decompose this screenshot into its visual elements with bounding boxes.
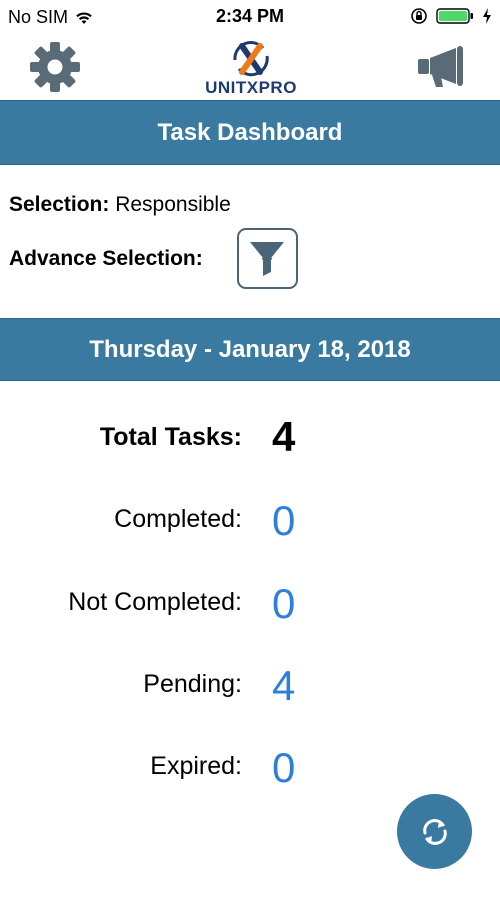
- stat-label: Completed:: [114, 505, 242, 533]
- orientation-lock-icon: [411, 8, 427, 24]
- stat-value[interactable]: 0: [272, 497, 295, 545]
- refresh-button[interactable]: [397, 794, 472, 869]
- stat-value[interactable]: 4: [272, 662, 295, 710]
- logo-text: UNITXPRO: [205, 78, 297, 97]
- stat-not-completed: Not Completed: 0: [0, 575, 500, 635]
- status-right: [402, 7, 492, 25]
- unitxpro-logo: UNITXPRO: [197, 36, 305, 97]
- selection-label: Selection:: [9, 193, 110, 216]
- selection-value[interactable]: Responsible: [115, 193, 231, 216]
- battery-icon: [436, 8, 473, 24]
- stat-completed: Completed: 0: [0, 492, 500, 552]
- date-banner: Thursday - January 18, 2018: [0, 318, 500, 381]
- megaphone-icon[interactable]: [416, 46, 472, 88]
- stat-total-tasks: Total Tasks: 4: [0, 410, 500, 470]
- filter-button[interactable]: [237, 228, 298, 289]
- refresh-icon: [423, 819, 447, 845]
- filter-icon: [250, 242, 284, 276]
- stat-label: Total Tasks:: [99, 423, 242, 451]
- stat-expired: Expired: 0: [0, 739, 500, 799]
- logo-mark-icon: [233, 41, 269, 77]
- page-title: Task Dashboard: [0, 100, 500, 165]
- gear-icon[interactable]: [28, 40, 82, 94]
- advance-selection-label: Advance Selection:: [9, 247, 203, 270]
- stat-value[interactable]: 0: [272, 744, 295, 792]
- charging-icon: [483, 8, 491, 24]
- stat-label: Expired:: [150, 752, 242, 780]
- selection-row: Selection: Responsible: [9, 193, 231, 217]
- app-header: UNITXPRO: [0, 34, 500, 100]
- stat-value[interactable]: 0: [272, 580, 295, 628]
- stat-label: Pending:: [143, 670, 242, 698]
- status-bar: No SIM 2:34 PM: [0, 0, 500, 34]
- stat-label: Not Completed:: [68, 588, 242, 616]
- stat-value: 4: [272, 413, 296, 460]
- stat-pending: Pending: 4: [0, 657, 500, 717]
